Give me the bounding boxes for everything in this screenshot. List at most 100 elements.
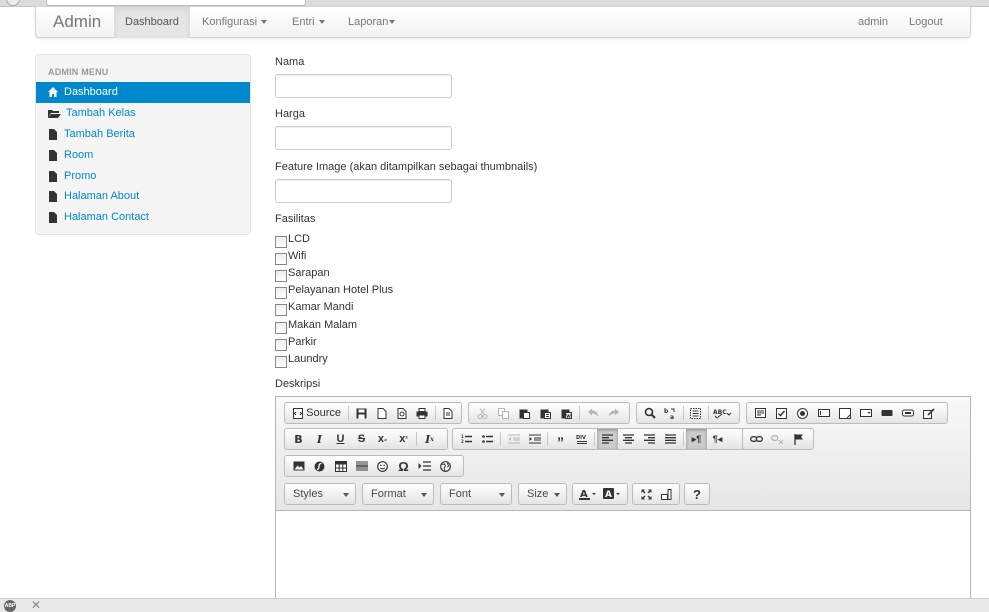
radio-button[interactable] (792, 403, 813, 423)
brand-logo[interactable]: Admin (53, 12, 101, 32)
nav-entri[interactable]: Entri (281, 7, 336, 38)
align-center-icon (623, 434, 634, 444)
indent-button[interactable] (524, 429, 545, 449)
sidebar-item-promo[interactable]: Promo (36, 166, 250, 187)
select-all-button[interactable] (686, 403, 706, 423)
fasilitas-checkbox[interactable] (275, 322, 287, 334)
smiley-button[interactable] (372, 456, 393, 476)
flash-button[interactable] (309, 456, 330, 476)
link-button[interactable] (746, 429, 767, 449)
unlink-button[interactable] (767, 429, 788, 449)
close-icon[interactable]: ✕ (31, 598, 41, 612)
maximize-button[interactable] (636, 484, 656, 504)
fasilitas-checkbox[interactable] (275, 236, 287, 248)
fasilitas-checkbox[interactable] (275, 339, 287, 351)
paste-word-button[interactable] (556, 403, 577, 423)
table-button[interactable] (330, 456, 351, 476)
templates-button[interactable] (438, 403, 458, 423)
blockquote-button[interactable]: ” (550, 429, 571, 450)
image-button[interactable] (288, 456, 309, 476)
nav-konfigurasi[interactable]: Konfigurasi (191, 7, 278, 38)
toolbar-separator (707, 406, 709, 420)
fasilitas-checkbox[interactable] (275, 304, 287, 316)
fasilitas-checkbox[interactable] (275, 270, 287, 282)
button-button[interactable] (876, 403, 897, 423)
subscript-button[interactable]: x₂ (372, 429, 393, 449)
fasilitas-checkbox[interactable] (275, 253, 287, 265)
background-color-button[interactable]: A (600, 484, 624, 504)
find-button[interactable] (640, 403, 660, 423)
format-combo[interactable]: Format (362, 483, 434, 505)
show-blocks-button[interactable] (656, 484, 676, 504)
source-button[interactable]: Source (288, 403, 346, 423)
page-break-button[interactable] (414, 456, 435, 476)
styles-combo[interactable]: Styles (284, 483, 356, 505)
editor-content-area[interactable] (276, 512, 970, 605)
justify-button[interactable] (660, 429, 681, 449)
paste-button[interactable] (514, 403, 535, 423)
show-blocks-icon (660, 488, 671, 500)
text-color-button[interactable]: A (576, 484, 600, 504)
iframe-button[interactable] (435, 456, 456, 476)
spellcheck-button[interactable]: ABC (711, 403, 736, 423)
horizontal-rule-button[interactable] (351, 456, 372, 476)
ltr-button[interactable]: ▸¶ (686, 429, 707, 449)
cut-button[interactable] (472, 403, 493, 423)
size-combo[interactable]: Size (518, 483, 567, 505)
superscript-button[interactable]: x² (393, 429, 414, 449)
sidebar-item-tambah-berita[interactable]: Tambah Berita (36, 124, 250, 145)
anchor-button[interactable] (788, 429, 809, 449)
undo-button[interactable] (582, 403, 603, 423)
image-button-button[interactable] (897, 403, 918, 423)
replace-button[interactable]: ba (660, 403, 680, 423)
nav-dashboard[interactable]: Dashboard (114, 7, 190, 38)
adblock-icon[interactable]: ABP (4, 600, 16, 612)
sidebar-item-halaman-about[interactable]: Halaman About (36, 186, 250, 207)
copy-button[interactable] (493, 403, 514, 423)
help-button[interactable]: ? (688, 484, 706, 504)
select-button[interactable] (855, 403, 876, 423)
strike-button[interactable]: S (351, 429, 372, 449)
remove-format-button[interactable]: Ix (419, 429, 440, 449)
align-center-button[interactable] (618, 429, 639, 449)
redo-button[interactable] (603, 403, 624, 423)
fasilitas-checkbox[interactable] (275, 356, 287, 368)
underline-button[interactable]: U (330, 429, 351, 449)
create-div-button[interactable]: DIV (571, 429, 592, 449)
browser-back-icon[interactable] (6, 0, 20, 6)
sidebar-item-dashboard[interactable]: Dashboard (36, 82, 250, 103)
sidebar-item-tambah-kelas[interactable]: Tambah Kelas (36, 103, 250, 124)
textfield-button[interactable] (813, 403, 834, 423)
hidden-field-button[interactable] (918, 403, 939, 423)
fasilitas-checkbox[interactable] (275, 287, 287, 299)
format-combo-label: Format (371, 488, 406, 500)
nama-input[interactable] (275, 74, 452, 98)
numbered-list-button[interactable]: 12 (456, 429, 477, 449)
feature-image-input[interactable] (275, 179, 452, 203)
nav-user[interactable]: admin (847, 7, 899, 38)
special-char-button[interactable]: Ω (393, 456, 414, 476)
toolbar-group-colors: A A (572, 483, 628, 505)
save-button[interactable] (351, 403, 371, 423)
print-button[interactable] (412, 403, 432, 423)
sidebar-item-room[interactable]: Room (36, 145, 250, 166)
bold-button[interactable]: B (288, 429, 309, 449)
checkbox-button[interactable] (771, 403, 792, 423)
bulleted-list-button[interactable] (477, 429, 498, 449)
font-combo[interactable]: Font (440, 483, 512, 505)
paste-text-button[interactable] (535, 403, 556, 423)
align-right-button[interactable] (639, 429, 660, 449)
preview-button[interactable] (392, 403, 412, 423)
rtl-button[interactable]: ¶◂ (707, 429, 728, 449)
form-button[interactable] (750, 403, 771, 423)
align-left-button[interactable] (597, 429, 618, 449)
harga-input[interactable] (275, 126, 452, 150)
italic-button[interactable]: I (309, 429, 330, 449)
outdent-button[interactable] (503, 429, 524, 449)
textarea-button[interactable] (834, 403, 855, 423)
nav-laporan[interactable]: Laporan (337, 7, 406, 38)
new-page-button[interactable] (372, 403, 392, 423)
sidebar-item-halaman-contact[interactable]: Halaman Contact (36, 207, 250, 228)
logout-link[interactable]: Logout (898, 7, 954, 38)
nav-konfigurasi-label: Konfigurasi (202, 16, 258, 28)
